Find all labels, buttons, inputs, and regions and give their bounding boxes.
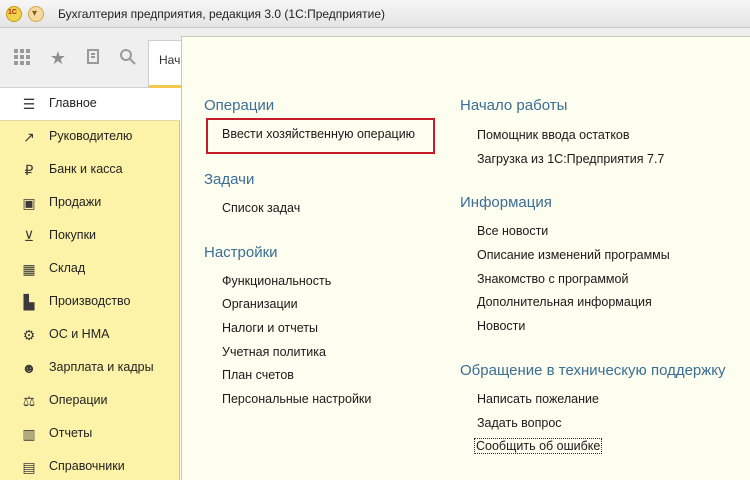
sidebar-item-main[interactable]: ☰ Главное — [0, 88, 180, 121]
section-title-tasks: Задачи — [204, 171, 255, 188]
sidebar-item-operations[interactable]: ⚖ Операции — [0, 385, 180, 418]
section-title-info: Информация — [460, 194, 552, 211]
link-organizations[interactable]: Организации — [222, 297, 298, 311]
cart-icon: ⊻ — [23, 228, 35, 244]
sidebar-item-production[interactable]: ▙ Производство — [0, 286, 180, 319]
sidebar-item-assets[interactable]: ⚙ ОС и НМА — [0, 319, 180, 352]
section-title-operations: Операции — [204, 97, 275, 114]
sidebar-item-label: ОС и НМА — [49, 327, 110, 341]
sidebar-item-sales[interactable]: ▣ Продажи — [0, 187, 180, 220]
sidebar-item-label: Банк и касса — [49, 162, 123, 176]
link-all-news[interactable]: Все новости — [477, 224, 548, 238]
sidebar-item-label: Справочники — [49, 459, 125, 473]
sidebar-item-manager[interactable]: ↗ Руководителю — [0, 121, 180, 154]
sidebar-item-payroll[interactable]: ☻ Зарплата и кадры — [0, 352, 180, 385]
sidebar-item-label: Главное — [49, 96, 97, 110]
sidebar-item-label: Покупки — [49, 228, 97, 242]
search-icon[interactable] — [118, 48, 138, 68]
link-ask-question[interactable]: Задать вопрос — [477, 416, 562, 430]
sidebar-item-label: Зарплата и кадры — [49, 360, 154, 374]
link-import-77[interactable]: Загрузка из 1С:Предприятия 7.7 — [477, 152, 664, 166]
ruble-icon: ₽ — [24, 162, 34, 178]
link-news[interactable]: Новости — [477, 319, 525, 333]
star-icon[interactable]: ★ — [48, 48, 68, 68]
link-functionality[interactable]: Функциональность — [222, 274, 331, 288]
sidebar-item-bank[interactable]: ₽ Банк и касса — [0, 154, 180, 187]
menu-icon: ☰ — [22, 96, 36, 112]
sidebar-item-warehouse[interactable]: ▦ Склад — [0, 253, 180, 286]
sidebar-item-purchases[interactable]: ⊻ Покупки — [0, 220, 180, 253]
people-icon: ☻ — [21, 360, 37, 376]
1c-logo-icon[interactable] — [6, 6, 22, 22]
trend-icon: ↗ — [23, 129, 35, 145]
link-accounting-policy[interactable]: Учетная политика — [222, 345, 326, 359]
link-chart-of-accounts[interactable]: План счетов — [222, 368, 294, 382]
link-write-wish[interactable]: Написать пожелание — [477, 392, 599, 406]
sidebar-item-label: Руководителю — [49, 129, 133, 143]
window-title: Бухгалтерия предприятия, редакция 3.0 (1… — [58, 7, 386, 21]
link-changes-description[interactable]: Описание изменений программы — [477, 248, 670, 262]
sidebar-item-label: Операции — [49, 393, 108, 407]
sidebar-item-label: Продажи — [49, 195, 102, 209]
operations-icon: ⚖ — [22, 393, 36, 409]
tab-home-page[interactable]: Начальная страница — [148, 40, 184, 88]
title-bar: Бухгалтерия предприятия, редакция 3.0 (1… — [0, 0, 750, 28]
sidebar-item-reports[interactable]: ▥ Отчеты — [0, 418, 180, 451]
link-personal-settings[interactable]: Персональные настройки — [222, 392, 371, 406]
link-balance-assistant[interactable]: Помощник ввода остатков — [477, 128, 630, 142]
main-menu-button[interactable] — [28, 6, 44, 22]
link-enter-operation[interactable]: Ввести хозяйственную операцию — [222, 127, 415, 141]
link-additional-info[interactable]: Дополнительная информация — [477, 295, 652, 309]
books-icon: ▤ — [22, 459, 36, 475]
link-report-error[interactable]: Сообщить об ошибке — [473, 438, 603, 454]
sidebar: ☰ Главное ↗ Руководителю ₽ Банк и касса … — [0, 88, 180, 480]
history-icon[interactable] — [84, 48, 104, 68]
section-title-settings: Настройки — [204, 244, 278, 261]
section-title-start: Начало работы — [460, 97, 568, 114]
link-intro[interactable]: Знакомство с программой — [477, 272, 628, 286]
section-title-support: Обращение в техническую поддержку — [460, 362, 726, 379]
link-taxes-reports[interactable]: Налоги и отчеты — [222, 321, 318, 335]
sidebar-item-label: Склад — [49, 261, 86, 275]
warehouse-icon: ▦ — [22, 261, 36, 277]
sidebar-item-catalogs[interactable]: ▤ Справочники — [0, 451, 180, 480]
bag-icon: ▣ — [22, 195, 36, 211]
link-task-list[interactable]: Список задач — [222, 201, 300, 215]
assets-icon: ⚙ — [22, 327, 36, 343]
sidebar-item-label: Производство — [49, 294, 131, 308]
chart-icon: ▥ — [22, 426, 36, 442]
production-icon: ▙ — [23, 294, 35, 310]
apps-grid-icon[interactable] — [12, 48, 32, 68]
tab-label: Начальная страница — [159, 53, 183, 67]
sidebar-item-label: Отчеты — [49, 426, 93, 440]
